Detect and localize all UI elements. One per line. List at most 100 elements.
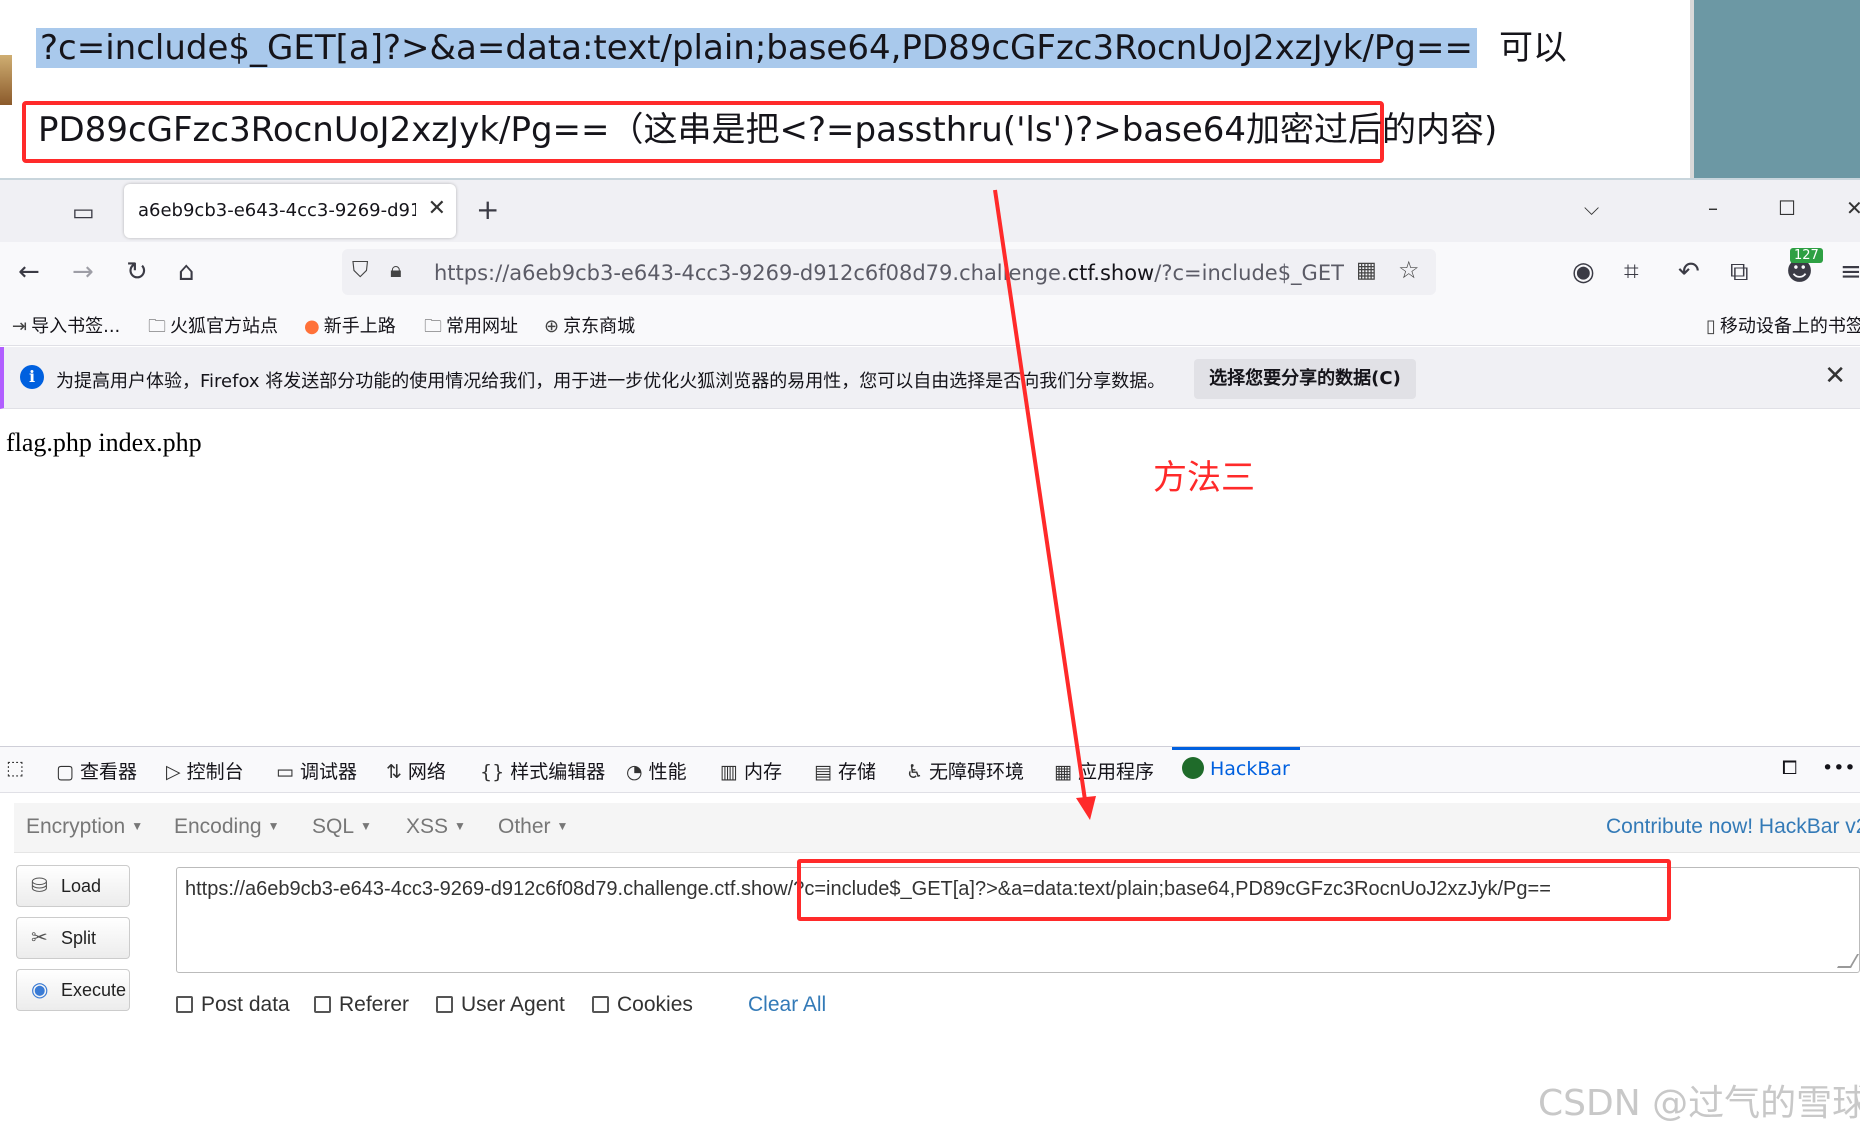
- mobile-icon: ▯: [1706, 316, 1716, 337]
- note-panel: ?c=include$_GET[a]?>&a=data:text/plain;b…: [0, 0, 1860, 178]
- user-agent-checkbox[interactable]: User Agent: [436, 993, 565, 1017]
- button-label: Execute: [61, 980, 127, 1000]
- tab-storage[interactable]: ▤ 存储: [814, 757, 876, 784]
- checkbox[interactable]: [314, 996, 331, 1013]
- close-window-icon[interactable]: ✕: [1846, 196, 1860, 220]
- menu-sql[interactable]: SQL ▼: [312, 815, 372, 839]
- menu-xss[interactable]: XSS ▼: [406, 815, 466, 839]
- cookies-checkbox[interactable]: Cookies: [592, 993, 693, 1017]
- tab-active[interactable]: a6eb9cb3-e643-4cc3-9269-d912c6f08d79.cha…: [124, 184, 456, 238]
- bookmark-jd[interactable]: ⊕ 京东商城: [544, 312, 635, 338]
- url-text[interactable]: https://a6eb9cb3-e643-4cc3-9269-d912c6f0…: [434, 261, 1344, 285]
- clear-all-link[interactable]: Clear All: [748, 993, 826, 1017]
- checkbox-label: Cookies: [617, 993, 693, 1016]
- load-url-button[interactable]: ⛁Load URL: [16, 865, 130, 936]
- menu-other[interactable]: Other ▼: [498, 815, 568, 839]
- notification-text: 为提高用户体验，Firefox 将发送部分功能的使用情况给我们，用于进一步优化火…: [56, 371, 1166, 392]
- page-output-text: flag.php index.php: [6, 428, 202, 457]
- contribute-link[interactable]: Contribute now! HackBar v2: [1606, 815, 1860, 839]
- background-desktop: [1690, 0, 1860, 178]
- tab-hackbar[interactable]: HackBar: [1182, 757, 1290, 780]
- qr-code-icon[interactable]: ▦: [1356, 258, 1377, 283]
- shield-icon[interactable]: ⛉: [352, 258, 369, 283]
- more-options-icon[interactable]: •••: [1822, 757, 1856, 779]
- tab-label: 内存: [743, 761, 782, 783]
- checkbox[interactable]: [436, 996, 453, 1013]
- bookmarks-bar: ⇥ 导入书签... 🗀 火狐官方站点 ● 新手上路 🗀 常用网址 ⊕ 京东商城 ▯ 移动设备…: [0, 302, 1860, 346]
- home-icon[interactable]: ⌂: [178, 258, 195, 286]
- method-annotation: 方法三: [1153, 458, 1255, 498]
- menu-encoding[interactable]: Encoding ▼: [174, 815, 279, 839]
- bookmark-star-icon[interactable]: ☆: [1398, 256, 1420, 284]
- screenshot-crop-icon[interactable]: ⌗: [1624, 258, 1639, 286]
- minimize-icon[interactable]: –: [1708, 196, 1718, 220]
- console-icon: ▷: [166, 761, 181, 783]
- tab-application[interactable]: ▦ 应用程序: [1054, 757, 1154, 784]
- menu-encryption[interactable]: Encryption ▼: [26, 815, 143, 839]
- lock-icon[interactable]: 🔒︎: [390, 258, 402, 283]
- forward-icon[interactable]: →: [72, 258, 94, 286]
- folder-icon: 🗀: [148, 316, 166, 337]
- close-tab-icon[interactable]: ✕: [428, 196, 446, 221]
- reload-icon[interactable]: ↻: [126, 258, 148, 286]
- hackbar-logo-icon: [1182, 757, 1204, 779]
- element-picker-icon[interactable]: ⬚: [6, 757, 30, 779]
- tab-performance[interactable]: ◔ 性能: [626, 757, 687, 784]
- tab-label: 无障碍环境: [929, 761, 1025, 783]
- url-suffix: /?c=include$_GET[a]?>&a=data:text/plain;…: [1154, 261, 1344, 285]
- folder-icon: 🗀: [424, 316, 442, 337]
- choose-data-button[interactable]: 选择您要分享的数据(C): [1194, 359, 1416, 399]
- globe-icon: ⊕: [544, 316, 560, 337]
- post-data-checkbox[interactable]: Post data: [176, 993, 290, 1017]
- tab-style-editor[interactable]: {} 样式编辑器: [480, 757, 605, 784]
- extensions-icon[interactable]: ⧉: [1730, 258, 1749, 286]
- tab-label: 控制台: [186, 761, 244, 783]
- bookmark-import[interactable]: ⇥ 导入书签...: [12, 312, 120, 338]
- new-tab-icon[interactable]: +: [476, 196, 499, 224]
- highlighted-payload: ?c=include$_GET[a]?>&a=data:text/plain;b…: [36, 28, 1477, 68]
- close-notification-icon[interactable]: ✕: [1824, 361, 1846, 391]
- referer-checkbox[interactable]: Referer: [314, 993, 409, 1017]
- tab-strip: ▭ a6eb9cb3-e643-4cc3-9269-d912c6f08d79.c…: [0, 178, 1860, 242]
- tab-console[interactable]: ▷ 控制台: [166, 757, 244, 784]
- url-prefix: https://a6eb9cb3-e643-4cc3-9269-d912c6f0…: [434, 261, 1068, 285]
- list-all-tabs-icon[interactable]: ⌵: [1584, 196, 1599, 220]
- menu-icon[interactable]: ≡: [1840, 258, 1860, 286]
- checkbox-label: User Agent: [461, 993, 565, 1016]
- url-host: ctf.show: [1067, 261, 1155, 285]
- resize-handle[interactable]: [1836, 954, 1860, 968]
- url-bar[interactable]: ⛉ 🔒︎ https://a6eb9cb3-e643-4cc3-9269-d91…: [342, 249, 1436, 295]
- bookmark-getting-started[interactable]: ● 新手上路: [304, 312, 396, 338]
- bookmark-common-sites[interactable]: 🗀 常用网址: [424, 312, 518, 344]
- active-tab-indicator: [1172, 747, 1300, 750]
- caret-down-icon: ▼: [360, 819, 372, 833]
- tab-memory[interactable]: ▥ 内存: [720, 757, 782, 784]
- split-url-button[interactable]: ✂Split URL: [16, 917, 130, 988]
- menu-label: Encryption: [26, 815, 126, 838]
- checkbox[interactable]: [176, 996, 193, 1013]
- debugger-icon: ▭: [276, 761, 294, 783]
- tab-accessibility[interactable]: ♿︎ 无障碍环境: [906, 757, 1024, 784]
- execute-button[interactable]: ◉ Execute: [16, 969, 130, 1011]
- checkbox[interactable]: [592, 996, 609, 1013]
- tab-label: 样式编辑器: [510, 761, 606, 783]
- bookmark-firefox-sites[interactable]: 🗀 火狐官方站点: [148, 312, 278, 344]
- firefox-icon: ●: [304, 316, 320, 337]
- undo-icon[interactable]: ↶: [1678, 258, 1700, 286]
- extension-badge: 127: [1790, 248, 1823, 263]
- network-icon: ⇅: [386, 761, 402, 783]
- devtools-toolbar: ⬚ ▢ 查看器 ▷ 控制台 ▭ 调试器 ⇅ 网络 {} 样式编辑器 ◔ 性能 ▥ 内存 ▤ 存储…: [0, 747, 1860, 793]
- info-icon: i: [20, 365, 44, 389]
- tab-network[interactable]: ⇅ 网络: [386, 757, 446, 784]
- tab-manager-icon[interactable]: ▭: [72, 200, 95, 224]
- maximize-icon[interactable]: ☐: [1778, 196, 1796, 220]
- note-works-text: 可以: [1498, 28, 1567, 68]
- bookmark-mobile[interactable]: ▯ 移动设备上的书签: [1706, 312, 1860, 338]
- dock-mode-icon[interactable]: ⧠: [1782, 757, 1797, 779]
- account-icon[interactable]: ◉: [1572, 258, 1595, 286]
- tab-debugger[interactable]: ▭ 调试器: [276, 757, 357, 784]
- back-icon[interactable]: ←: [18, 258, 40, 286]
- page-content: flag.php index.php 方法三: [0, 410, 1860, 746]
- accessibility-icon: ♿︎: [906, 761, 924, 783]
- tab-inspector[interactable]: ▢ 查看器: [56, 757, 137, 784]
